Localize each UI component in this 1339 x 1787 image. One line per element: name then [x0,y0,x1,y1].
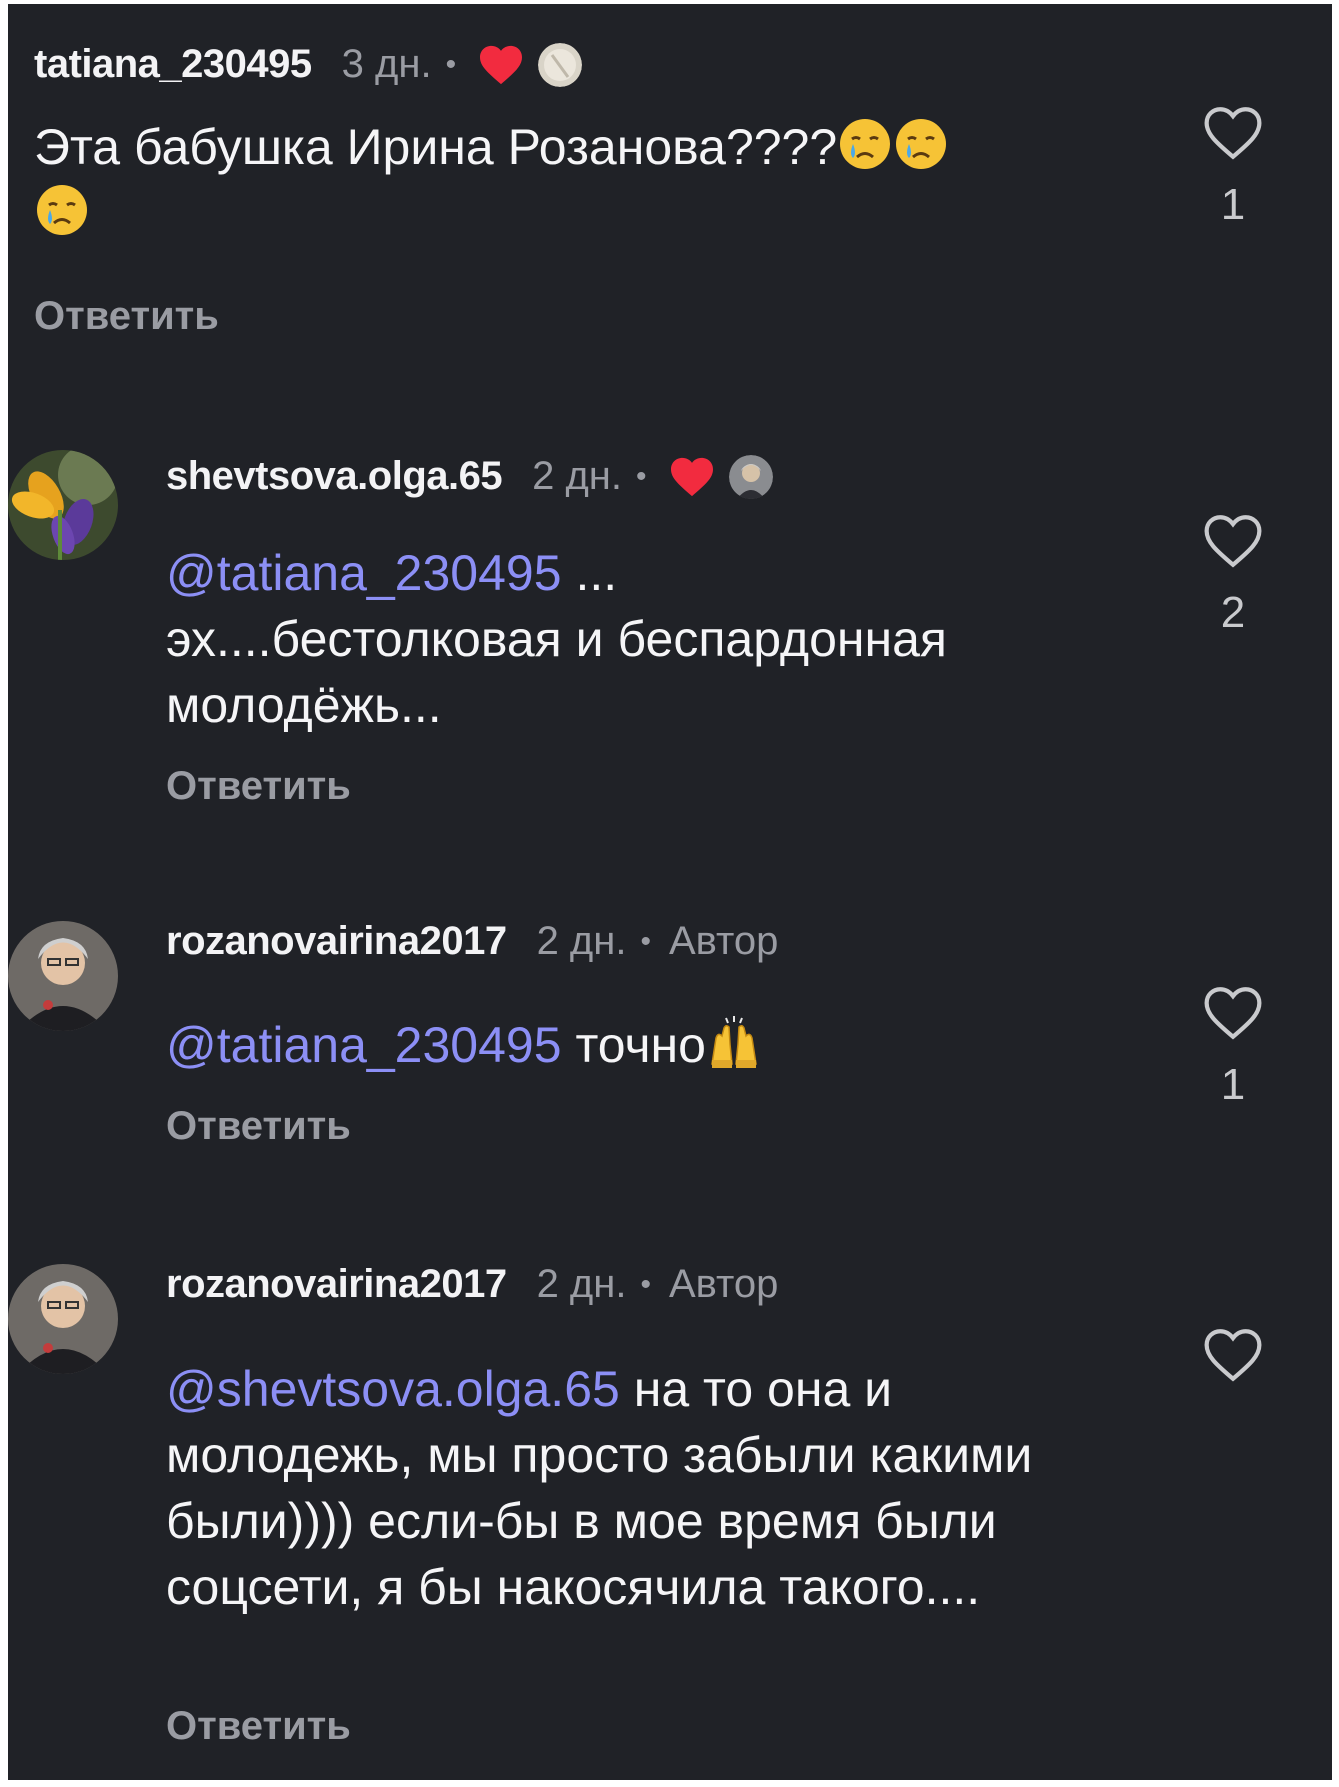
creator-liked-heart-icon [480,45,523,84]
heart-outline-icon[interactable] [1201,512,1265,570]
timestamp: 2 дн. [536,1262,627,1306]
separator-dot: • [445,47,457,81]
reply-button[interactable]: Ответить [166,1104,351,1149]
reply-button[interactable]: Ответить [166,1704,351,1749]
like-control: 1 [1193,984,1273,1110]
heart-outline-icon[interactable] [1201,104,1265,162]
creator-avatar-mini [728,454,773,499]
comment-text: @shevtsova.olga.65 на то она и молодежь,… [166,1356,1096,1620]
like-control [1193,1326,1273,1402]
timestamp: 2 дн. [536,919,627,963]
comment-header: rozanovairina2017 2 дн. • Автор [166,919,778,964]
like-control: 2 [1193,512,1273,638]
username[interactable]: tatiana_230495 [34,42,312,87]
like-count: 2 [1220,588,1246,637]
separator-dot: • [640,924,651,958]
author-badge: Автор [668,919,779,963]
creator-liked-heart-icon [670,457,713,496]
mention-link[interactable]: @tatiana_230495 [166,545,562,601]
comment-text: Эта бабушка Ирина Розанова???? [34,114,984,246]
user-avatar[interactable] [8,450,118,560]
creator-avatar-mini [538,42,583,87]
user-avatar[interactable] [8,1264,118,1374]
crying-face-icon [893,116,949,172]
heart-outline-icon[interactable] [1201,984,1265,1042]
comment-header: shevtsova.olga.65 2 дн. • [166,454,773,499]
timestamp: 3 дн. [341,42,432,86]
comment-body: точно [561,1017,706,1073]
author-badge: Автор [668,1262,779,1306]
comment-body: ... [561,545,618,601]
reply-button[interactable]: Ответить [166,764,351,809]
username[interactable]: rozanovairina2017 [166,919,507,964]
comment-header: rozanovairina2017 2 дн. • Автор [166,1262,778,1307]
crying-face-icon [837,116,893,172]
like-count: 1 [1220,1060,1246,1109]
username[interactable]: shevtsova.olga.65 [166,454,503,499]
mention-link[interactable]: @shevtsova.olga.65 [166,1361,620,1417]
mention-link[interactable]: @tatiana_230495 [166,1017,562,1073]
reply-button[interactable]: Ответить [34,294,219,339]
raising-hands-icon [706,1014,762,1070]
like-count: 1 [1220,180,1246,229]
comment-text: @tatiana_230495 ... эх....бестолковая и б… [166,540,1096,738]
username[interactable]: rozanovairina2017 [166,1262,507,1307]
comment-text: @tatiana_230495 точно [166,1012,1096,1078]
comment-header: tatiana_230495 3 дн. • [34,42,583,87]
crying-face-icon [34,182,90,238]
separator-dot: • [640,1267,651,1301]
heart-outline-icon[interactable] [1201,1326,1265,1384]
timestamp: 2 дн. [532,454,623,498]
comment-body: Эта бабушка Ирина Розанова???? [34,119,838,175]
separator-dot: • [636,459,647,493]
like-control: 1 [1193,104,1273,230]
comments-screen: tatiana_230495 3 дн. • Эта бабушка Ирина… [8,4,1332,1780]
comment-body-rest: эх....бестолковая и беспардонная молодёж… [166,611,947,733]
user-avatar[interactable] [8,921,118,1031]
